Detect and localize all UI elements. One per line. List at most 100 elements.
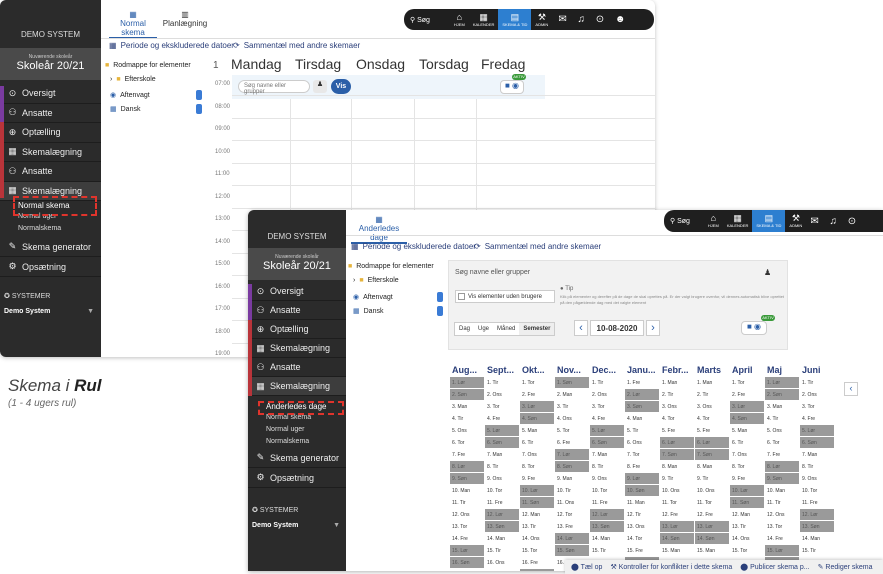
- calendar-day-cell[interactable]: 9. Fre: [730, 473, 764, 484]
- toolbar-hjem[interactable]: ⌂ HJEM: [704, 210, 723, 232]
- calendar-day-cell[interactable]: 2. Søn: [765, 389, 799, 400]
- calendar-day-cell[interactable]: 14. Søn: [695, 533, 729, 544]
- calendar-day-cell[interactable]: 6. Fre: [555, 437, 589, 448]
- tab-normal-skema[interactable]: ▦ Normal skema: [109, 10, 157, 39]
- tree-efterskole[interactable]: › ■ Efterskole: [353, 277, 399, 284]
- calendar-day-cell[interactable]: 15. Man: [695, 545, 729, 556]
- calendar-day-cell[interactable]: 13. Lør: [695, 521, 729, 532]
- calendar-day-cell[interactable]: 5. Man: [520, 425, 554, 436]
- calendar-day-cell[interactable]: 3. Lør: [520, 401, 554, 412]
- calendar-day-cell[interactable]: 14. Man: [590, 533, 624, 544]
- calendar-day-cell[interactable]: 8. Tor: [730, 461, 764, 472]
- calendar-day-cell[interactable]: 11. Tor: [660, 497, 694, 508]
- nav-optaelling[interactable]: ⊕ Optælling: [0, 123, 101, 143]
- month-header-10[interactable]: Juni: [800, 363, 834, 376]
- month-header-8[interactable]: April: [730, 363, 764, 376]
- calendar-day-cell[interactable]: 8. Tir: [590, 461, 624, 472]
- calendar-day-cell[interactable]: 15. Tir: [485, 545, 519, 556]
- calendar-day-cell[interactable]: 7. Ons: [730, 449, 764, 460]
- toolbar-icons[interactable]: ✉ ♫ ⊙: [810, 216, 860, 227]
- calendar-day-cell[interactable]: 13. Søn: [800, 521, 834, 532]
- calendar-day-cell[interactable]: 5. Tor: [555, 425, 589, 436]
- calendar-day-cell[interactable]: 12. Fre: [695, 509, 729, 520]
- calendar-day-cell[interactable]: 10. Søn: [625, 485, 659, 496]
- calendar-day-cell[interactable]: 1. Man: [695, 377, 729, 388]
- calendar-day-cell[interactable]: 1. Tir: [800, 377, 834, 388]
- calendar-day-cell[interactable]: 15. Tor: [730, 545, 764, 556]
- calendar-day-cell[interactable]: 12. Man: [730, 509, 764, 520]
- calendar-day-cell[interactable]: 4. Man: [625, 413, 659, 424]
- calendar-day-cell[interactable]: 15. Tir: [800, 545, 834, 556]
- calendar-day-cell[interactable]: 2. Fre: [520, 389, 554, 400]
- calendar-day-cell[interactable]: 12. Lør: [485, 509, 519, 520]
- calendar-day-cell[interactable]: 10. Lør: [730, 485, 764, 496]
- calendar-day-cell[interactable]: 9. Søn: [450, 473, 484, 484]
- calendar-day-cell[interactable]: 5. Tir: [625, 425, 659, 436]
- calendar-day-cell[interactable]: 3. Ons: [660, 401, 694, 412]
- tree-root[interactable]: ■ Rodmappe for elementer: [348, 263, 434, 270]
- calendar-day-cell[interactable]: 7. Man: [800, 449, 834, 460]
- calendar-day-cell[interactable]: 11. Tor: [695, 497, 729, 508]
- calendar-day-cell[interactable]: 16. Fre: [520, 557, 554, 568]
- calendar-day-cell[interactable]: 6. Søn: [590, 437, 624, 448]
- calendar-day-cell[interactable]: 8. Fre: [625, 461, 659, 472]
- calendar-day-cell[interactable]: 9. Ons: [800, 473, 834, 484]
- system-selector[interactable]: Demo System ▼: [4, 308, 94, 315]
- nav2-skemalaegning[interactable]: ▦ Skemalægning: [248, 339, 346, 358]
- nav-ansatte-2[interactable]: ⚇ Ansatte: [0, 162, 101, 182]
- nav-skemalaegning[interactable]: ▦ Skemalægning: [0, 143, 101, 162]
- calendar-day-cell[interactable]: 5. Man: [730, 425, 764, 436]
- calendar-day-cell[interactable]: 7. Man: [485, 449, 519, 460]
- calendar-day-cell[interactable]: 9. Tir: [660, 473, 694, 484]
- calendar-day-cell[interactable]: 1. Man: [660, 377, 694, 388]
- month-header-4[interactable]: Dec...: [590, 363, 624, 376]
- calendar-day-cell[interactable]: 8. Lør: [450, 461, 484, 472]
- calendar-day-cell[interactable]: 3. Ons: [695, 401, 729, 412]
- calendar-day-cell[interactable]: 8. Man: [695, 461, 729, 472]
- calendar-day-cell[interactable]: 4. Søn: [520, 413, 554, 424]
- month-header-9[interactable]: Maj: [765, 363, 799, 376]
- calendar-day-cell[interactable]: 10. Tor: [485, 485, 519, 496]
- calendar-day-cell[interactable]: 12. Ons: [450, 509, 484, 520]
- calendar-day-cell[interactable]: 5. Fre: [660, 425, 694, 436]
- nav-oversigt[interactable]: ⊙ Oversigt: [0, 84, 101, 104]
- calendar-day-cell[interactable]: 10. Man: [765, 485, 799, 496]
- toolbar-skema-tid[interactable]: ▤ SKEMA & TID: [498, 9, 532, 30]
- school-year-selector[interactable]: Nuværende skoleår Skoleår 20/21: [248, 248, 346, 280]
- calendar-day-cell[interactable]: 14. Søn: [660, 533, 694, 544]
- calendar-day-cell[interactable]: 12. Lør: [800, 509, 834, 520]
- calendar-day-cell[interactable]: 4. Tor: [660, 413, 694, 424]
- view-toggle[interactable]: ■ ◉: [741, 321, 767, 335]
- calendar-day-cell[interactable]: 9. Ons: [485, 473, 519, 484]
- calendar-day-cell[interactable]: 14. Man: [485, 533, 519, 544]
- tab-anderledes-dage[interactable]: ▦ Anderledes dage: [351, 215, 407, 244]
- calendar-day-cell[interactable]: 11. Fre: [800, 497, 834, 508]
- calendar-day-cell[interactable]: 11. Søn: [730, 497, 764, 508]
- month-header-2[interactable]: Okt...: [520, 363, 554, 376]
- tree-dansk[interactable]: ▦ Dansk: [110, 104, 202, 114]
- calendar-day-cell[interactable]: 1. Tor: [730, 377, 764, 388]
- action-kontroller[interactable]: ⚒ Kontroller for konflikter i dette skem…: [610, 563, 732, 571]
- calendar-day-cell[interactable]: 1. Lør: [765, 377, 799, 388]
- nav2-skemalaegning-2[interactable]: ▦ Skemalægning: [248, 377, 346, 396]
- mode-dag[interactable]: Dag: [455, 323, 474, 335]
- next-date-button[interactable]: ›: [646, 320, 660, 336]
- nav-skema-generator[interactable]: ✎ Skema generator: [0, 237, 101, 257]
- tab-planlaegning[interactable]: ▥ Planlægning: [160, 10, 210, 28]
- month-header-5[interactable]: Janu...: [625, 363, 659, 376]
- action-rediger[interactable]: ✎ Rediger skema: [818, 563, 873, 571]
- calendar-day-cell[interactable]: 3. Tor: [590, 401, 624, 412]
- calendar-day-cell[interactable]: 2. Fre: [730, 389, 764, 400]
- person-icon[interactable]: ♟: [764, 268, 771, 277]
- calendar-day-cell[interactable]: 5. Ons: [450, 425, 484, 436]
- calendar-day-cell[interactable]: 13. Fre: [555, 521, 589, 532]
- month-header-6[interactable]: Febr...: [660, 363, 694, 376]
- calendar-day-cell[interactable]: 6. Søn: [800, 437, 834, 448]
- calendar-day-cell[interactable]: 10. Tor: [590, 485, 624, 496]
- calendar-day-cell[interactable]: 10. Ons: [695, 485, 729, 496]
- search-input[interactable]: Søg navne eller grupper: [455, 269, 530, 276]
- checkbox-vis-elementer[interactable]: Vis elementer uden brugere: [455, 290, 555, 303]
- calendar-day-cell[interactable]: 8. Tir: [485, 461, 519, 472]
- calendar-day-cell[interactable]: 15. Tir: [590, 545, 624, 556]
- system-selector[interactable]: Demo System ▼: [252, 522, 340, 529]
